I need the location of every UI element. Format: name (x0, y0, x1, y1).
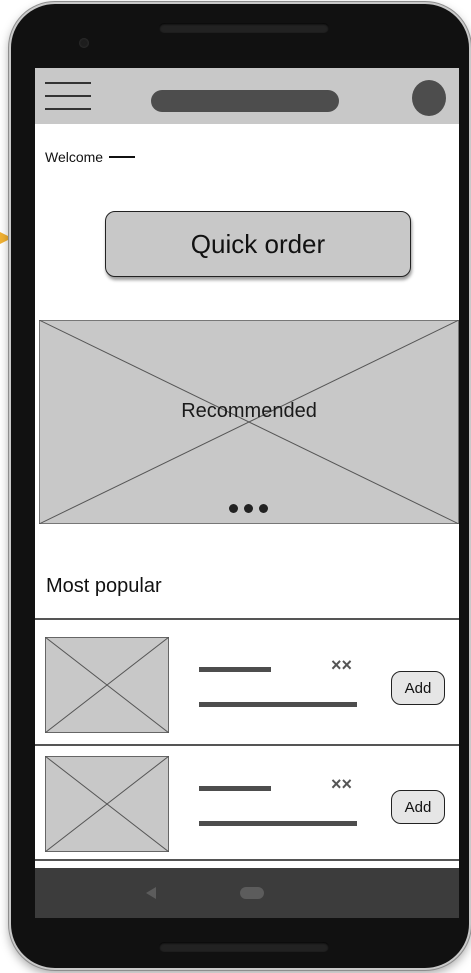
add-button[interactable]: Add (391, 671, 445, 705)
divider (35, 859, 459, 861)
bottom-speaker (159, 942, 329, 952)
recommended-banner[interactable]: Recommended (38, 319, 459, 525)
app-bar (35, 68, 459, 124)
avatar[interactable] (412, 80, 446, 116)
hamburger-icon[interactable] (45, 80, 91, 112)
item-description-placeholder (199, 702, 357, 707)
carousel-dots[interactable] (229, 504, 268, 513)
add-button[interactable]: Add (391, 790, 445, 824)
banner-label: Recommended (181, 400, 317, 422)
item-title-placeholder (199, 786, 271, 791)
carousel-dot[interactable] (259, 504, 268, 513)
item-title-placeholder (199, 667, 271, 672)
divider (35, 618, 459, 620)
welcome-line: Welcome (45, 149, 136, 165)
quick-order-button[interactable]: Quick order (105, 211, 411, 277)
app-screen: Welcome Quick order Recommended Most pop… (35, 68, 459, 918)
add-button-label: Add (404, 679, 432, 697)
remove-icon[interactable]: ×× (331, 655, 352, 676)
phone-frame: Welcome Quick order Recommended Most pop… (9, 2, 471, 970)
item-image-placeholder (45, 637, 169, 733)
carousel-dot[interactable] (229, 504, 238, 513)
search-bar[interactable] (151, 90, 339, 112)
username-placeholder (109, 156, 136, 158)
item-description-placeholder (199, 821, 357, 826)
quick-order-label: Quick order (190, 228, 326, 259)
system-nav-bar (35, 868, 459, 918)
item-image-placeholder (45, 756, 169, 852)
top-speaker (159, 23, 329, 33)
list-item[interactable]: ×× Add (35, 746, 459, 856)
front-camera-icon (79, 38, 89, 48)
back-triangle-icon[interactable] (146, 887, 156, 899)
list-item[interactable]: ×× Add (35, 625, 459, 735)
remove-icon[interactable]: ×× (331, 774, 352, 795)
section-title: Most popular (46, 575, 162, 597)
add-button-label: Add (404, 798, 432, 816)
carousel-dot[interactable] (244, 504, 253, 513)
home-pill-icon[interactable] (240, 887, 264, 899)
welcome-label: Welcome (45, 149, 104, 165)
